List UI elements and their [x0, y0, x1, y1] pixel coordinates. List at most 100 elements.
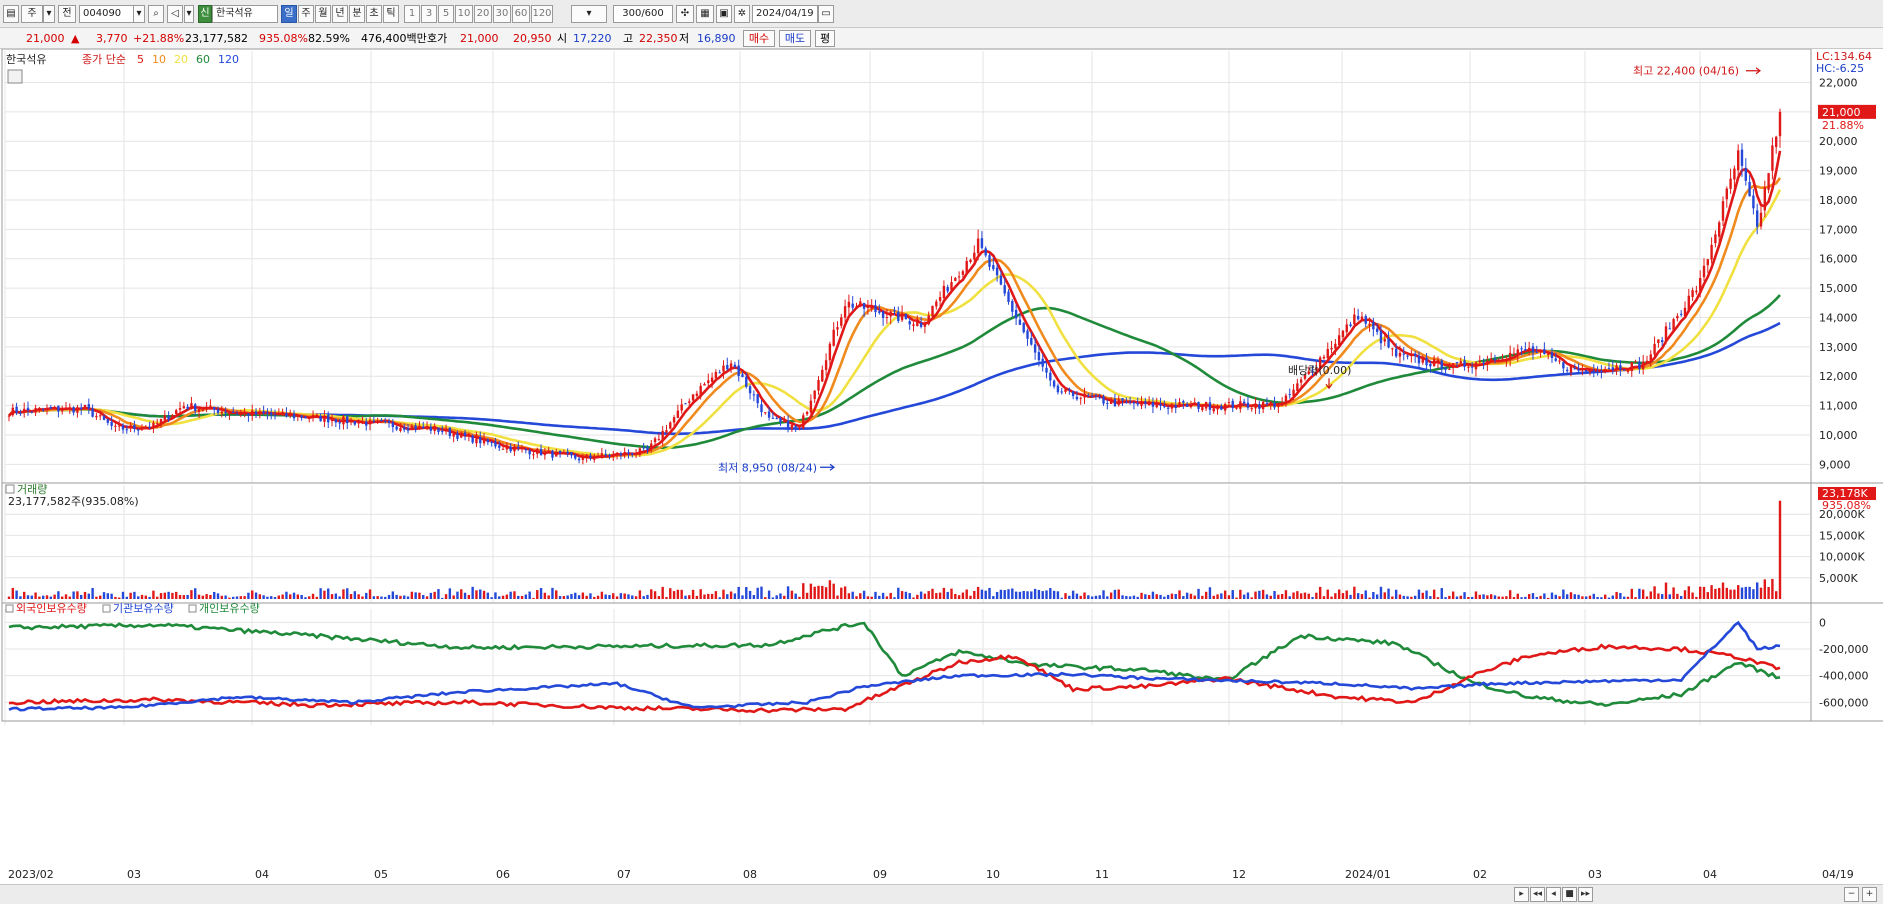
- volume-bar: [543, 592, 547, 599]
- interval-button[interactable]: 10: [455, 5, 473, 23]
- candle-body: [308, 417, 311, 419]
- volume-bar: [1280, 594, 1284, 599]
- scroll-button[interactable]: ▸▸: [1578, 887, 1593, 902]
- candle-body: [315, 414, 319, 417]
- speaker-icon[interactable]: ◁: [167, 5, 183, 23]
- volume-bar: [805, 592, 809, 599]
- interval-button[interactable]: 60: [512, 5, 530, 23]
- price-tick-label: 10,000: [1819, 429, 1858, 442]
- candle-body: [1216, 406, 1219, 410]
- scroll-button[interactable]: ▸: [1514, 887, 1529, 902]
- timeframe-button[interactable]: 분: [349, 5, 365, 23]
- stock-chart[interactable]: 22,000 21,000 20,000 19,000 18,000 17,000 16,0…: [0, 49, 1883, 884]
- scroll-button[interactable]: −: [1844, 887, 1859, 902]
- toolbar: ▤ 주 ▾ 전 004090 ▾ ⌕ ◁ ▾ 신 한국석유 일주월년분초틱 13…: [0, 0, 1883, 28]
- scroll-button[interactable]: ■: [1562, 887, 1577, 902]
- window-menu-icon[interactable]: ▤: [3, 5, 19, 23]
- volume-bar: [1239, 589, 1242, 599]
- timeframe-button[interactable]: 년: [332, 5, 348, 23]
- volume-bar: [684, 595, 687, 599]
- volume-bar: [163, 592, 167, 599]
- eval-button[interactable]: 평: [815, 30, 835, 47]
- interval-dropdown[interactable]: ▾: [571, 5, 607, 23]
- volume-bar: [1071, 590, 1075, 599]
- grid-icon[interactable]: ▦: [696, 5, 714, 23]
- timeframe-button[interactable]: 월: [315, 5, 331, 23]
- market-selector[interactable]: 전: [58, 5, 76, 23]
- calendar-icon[interactable]: ▭: [818, 5, 834, 23]
- candle-body: [1565, 369, 1569, 372]
- interval-button[interactable]: 3: [421, 5, 437, 23]
- volume-bar: [243, 596, 246, 599]
- volume-bar: [1182, 596, 1185, 599]
- volume-bar: [650, 589, 653, 599]
- low-arrow: [820, 463, 835, 471]
- save-icon[interactable]: ▣: [716, 5, 732, 23]
- timeframe-button[interactable]: 틱: [383, 5, 399, 23]
- candle-body: [1018, 319, 1022, 325]
- sell-button[interactable]: 매도: [779, 30, 811, 47]
- candle-body: [140, 428, 144, 430]
- candle-body: [99, 415, 102, 417]
- volume-bar: [707, 593, 710, 599]
- candle-body: [1372, 322, 1375, 330]
- gear-icon[interactable]: ✲: [734, 5, 750, 23]
- volume-bar: [1615, 591, 1618, 599]
- quote-bar: 21,000 ▲ 3,770 +21.88% 23,177,582 935.08…: [0, 28, 1883, 49]
- interval-button[interactable]: 120: [531, 5, 553, 23]
- stock-name-field[interactable]: 한국석유: [212, 5, 278, 23]
- volume-bar: [482, 590, 486, 599]
- buy-button[interactable]: 매수: [743, 30, 775, 47]
- volume-bar: [1706, 592, 1709, 599]
- candle-body: [1075, 396, 1079, 400]
- timeframe-button[interactable]: 초: [366, 5, 382, 23]
- volume-bar: [1717, 587, 1721, 599]
- volume-bar: [239, 596, 243, 599]
- volume-bar: [304, 597, 307, 599]
- bar-count-field[interactable]: 300/600: [613, 5, 673, 23]
- interval-button[interactable]: 1: [404, 5, 420, 23]
- candle-body: [1702, 265, 1706, 278]
- timeframe-button[interactable]: 주: [298, 5, 314, 23]
- candle-body: [1356, 315, 1360, 320]
- scroll-button[interactable]: +: [1862, 887, 1877, 902]
- code-dropdown-icon[interactable]: ▾: [133, 5, 145, 23]
- search-icon[interactable]: ⌕: [148, 5, 164, 23]
- candle-body: [365, 421, 368, 426]
- timeframe-button[interactable]: 일: [281, 5, 297, 23]
- volume-bar: [950, 588, 953, 599]
- candle-body: [775, 418, 778, 420]
- chevron-down-icon[interactable]: ▾: [184, 5, 194, 23]
- candle-body: [1185, 404, 1189, 407]
- candle-body: [836, 327, 839, 330]
- candle-body: [486, 439, 490, 443]
- interval-button[interactable]: 20: [474, 5, 492, 23]
- interval-button[interactable]: 30: [493, 5, 511, 23]
- scroll-button[interactable]: ◂: [1546, 887, 1561, 902]
- scroll-button[interactable]: ◂◂: [1530, 887, 1545, 902]
- holding-tick-label: -200,000: [1819, 643, 1868, 656]
- candle-body: [391, 422, 395, 428]
- candle-body: [733, 364, 737, 367]
- volume-bar: [330, 594, 334, 599]
- volume-bar: [125, 596, 129, 599]
- candle-body: [722, 365, 725, 372]
- volume-bar: [1668, 594, 1671, 599]
- volume-bar: [1429, 596, 1432, 599]
- crosshair-icon[interactable]: ✣: [676, 5, 694, 23]
- volume-bar: [1387, 588, 1390, 599]
- volume-bar: [327, 588, 330, 599]
- candle-body: [1520, 348, 1523, 350]
- candle-body: [1474, 362, 1478, 370]
- chevron-down-icon[interactable]: ▾: [43, 5, 55, 23]
- candle-body: [1440, 360, 1443, 370]
- candle-body: [1444, 367, 1447, 370]
- period-dropdown[interactable]: 주: [21, 5, 43, 23]
- volume-bar: [912, 597, 915, 599]
- candle-body: [1619, 365, 1622, 370]
- date-field[interactable]: 2024/04/19: [752, 5, 818, 23]
- candle-body: [551, 450, 554, 458]
- interval-button[interactable]: 5: [438, 5, 454, 23]
- candle-body: [1117, 399, 1120, 405]
- candle-body: [1676, 315, 1679, 319]
